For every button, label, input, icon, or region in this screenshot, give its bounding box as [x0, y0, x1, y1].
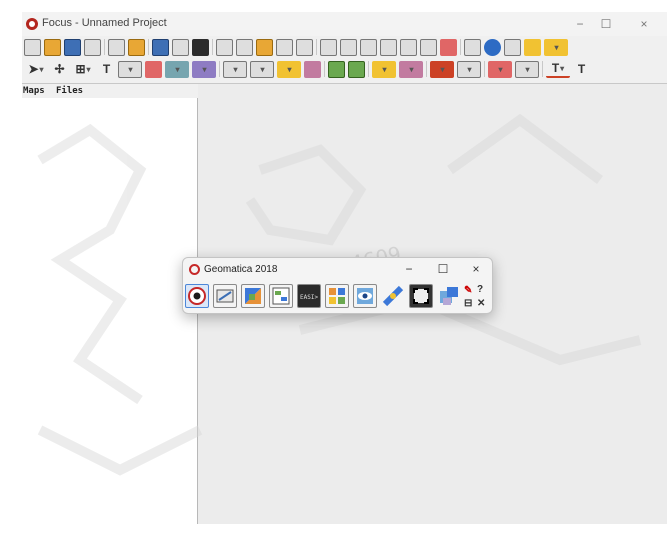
toolbar-separator: [460, 39, 461, 55]
text-tool-icon-2[interactable]: T: [573, 61, 590, 78]
toolbar-separator: [316, 39, 317, 55]
cut-icon[interactable]: [216, 38, 233, 56]
svg-text:EASI>: EASI>: [300, 294, 318, 301]
link-icon[interactable]: [128, 38, 145, 56]
toolbar-separator: [484, 61, 485, 77]
vision-icon[interactable]: [353, 284, 377, 308]
maps-tree-panel[interactable]: [22, 98, 198, 524]
zoom-in-icon[interactable]: [360, 38, 377, 56]
overview-icon[interactable]: [440, 38, 457, 56]
undo-icon[interactable]: [276, 38, 293, 56]
layer-down-icon[interactable]: [348, 60, 365, 78]
edit-shape-icon[interactable]: [118, 60, 142, 78]
cross-icon[interactable]: [399, 60, 423, 78]
frame-icon[interactable]: [172, 38, 189, 56]
new-file-icon[interactable]: [24, 38, 41, 56]
main-toolbar: [22, 36, 667, 58]
open-folder-icon[interactable]: [44, 38, 61, 56]
print-icon[interactable]: [84, 38, 101, 56]
geomatica-logo-icon: [189, 264, 200, 275]
close-button[interactable]: ×: [632, 15, 656, 33]
outline-color-icon[interactable]: [515, 60, 539, 78]
text-color-icon[interactable]: T: [546, 61, 570, 78]
table-icon[interactable]: [504, 38, 521, 56]
toolbar-separator: [426, 61, 427, 77]
chart-icon[interactable]: [544, 38, 568, 56]
launcher-tools: EASI>: [185, 284, 461, 308]
ortho-icon[interactable]: [241, 284, 265, 308]
copy-icon[interactable]: [236, 38, 253, 56]
toolbar-separator: [212, 39, 213, 55]
layers-icon[interactable]: [192, 38, 209, 56]
title-bar: Focus - Unnamed Project − ☐ ×: [22, 12, 667, 36]
pan-icon[interactable]: [420, 38, 437, 56]
point-icon[interactable]: [277, 60, 301, 78]
info-icon[interactable]: [484, 38, 501, 56]
pixel-icon[interactable]: [325, 284, 349, 308]
table-tool-icon[interactable]: [269, 284, 293, 308]
satellite-icon[interactable]: [381, 284, 405, 308]
minimize-button[interactable]: −: [568, 15, 592, 33]
symbol-icon[interactable]: [192, 60, 216, 78]
line-icon[interactable]: [223, 60, 247, 78]
text-tool-icon[interactable]: T: [98, 61, 115, 78]
tab-files[interactable]: Files: [56, 86, 83, 96]
dem-icon[interactable]: [437, 284, 461, 308]
sort-icon[interactable]: [524, 38, 541, 56]
vertex-icon[interactable]: ✢: [51, 61, 68, 78]
geomatica-launcher: Geomatica 2018 − ☐ × EASI> ✎ ? ⊟ ✕: [182, 257, 493, 314]
polygon-icon[interactable]: [250, 60, 274, 78]
maximize-button[interactable]: ☐: [594, 15, 618, 33]
focus-app-icon: [26, 18, 38, 30]
easi-icon[interactable]: EASI>: [297, 284, 321, 308]
coordinates-icon[interactable]: [464, 38, 481, 56]
launcher-maximize-button[interactable]: ☐: [432, 261, 454, 277]
vector-edit-icon[interactable]: [372, 60, 396, 78]
fill-icon[interactable]: [165, 60, 189, 78]
toolbar-separator: [148, 39, 149, 55]
toolbar-separator: [104, 39, 105, 55]
tab-maps[interactable]: Maps: [23, 86, 45, 96]
paste-icon[interactable]: [256, 38, 273, 56]
panel-tabs: Maps Files: [22, 84, 199, 98]
pen-color-icon[interactable]: [430, 60, 454, 78]
layer-up-icon[interactable]: [328, 60, 345, 78]
toolbar-separator: [219, 61, 220, 77]
help-icon[interactable]: ?: [477, 284, 483, 295]
raster-edit-icon[interactable]: [145, 60, 162, 78]
focus-icon[interactable]: [185, 284, 209, 308]
launcher-close-button[interactable]: ×: [465, 261, 487, 277]
zoom-out-icon[interactable]: [380, 38, 397, 56]
heart-icon[interactable]: [304, 60, 321, 78]
toolbar-separator: [542, 61, 543, 77]
project-icon[interactable]: [108, 38, 125, 56]
launcher-minimize-button[interactable]: −: [398, 261, 420, 277]
drawing-toolbar: ➤ ✢ ⊞ T T T: [22, 58, 667, 80]
line-style-icon[interactable]: [457, 60, 481, 78]
config-icon[interactable]: ⊟: [464, 298, 472, 309]
grid-select-icon[interactable]: ⊞: [71, 61, 95, 78]
toolbar-separator: [368, 61, 369, 77]
zoom-layer-icon[interactable]: [400, 38, 417, 56]
zoom-extent-icon[interactable]: [320, 38, 337, 56]
toolbar-separator: [324, 61, 325, 77]
redo-icon[interactable]: [296, 38, 313, 56]
modeler-icon[interactable]: [213, 284, 237, 308]
eraser-icon[interactable]: [152, 38, 169, 56]
window-title: Focus - Unnamed Project: [42, 17, 167, 29]
launcher-close-small-icon[interactable]: ✕: [477, 298, 485, 309]
save-icon[interactable]: [64, 38, 81, 56]
mosaic-icon[interactable]: [409, 284, 433, 308]
pencil-icon[interactable]: ✎: [464, 285, 472, 296]
fill-color-icon[interactable]: [488, 60, 512, 78]
zoom-box-icon[interactable]: [340, 38, 357, 56]
select-arrow-icon[interactable]: ➤: [24, 61, 48, 78]
launcher-title: Geomatica 2018: [204, 264, 278, 275]
